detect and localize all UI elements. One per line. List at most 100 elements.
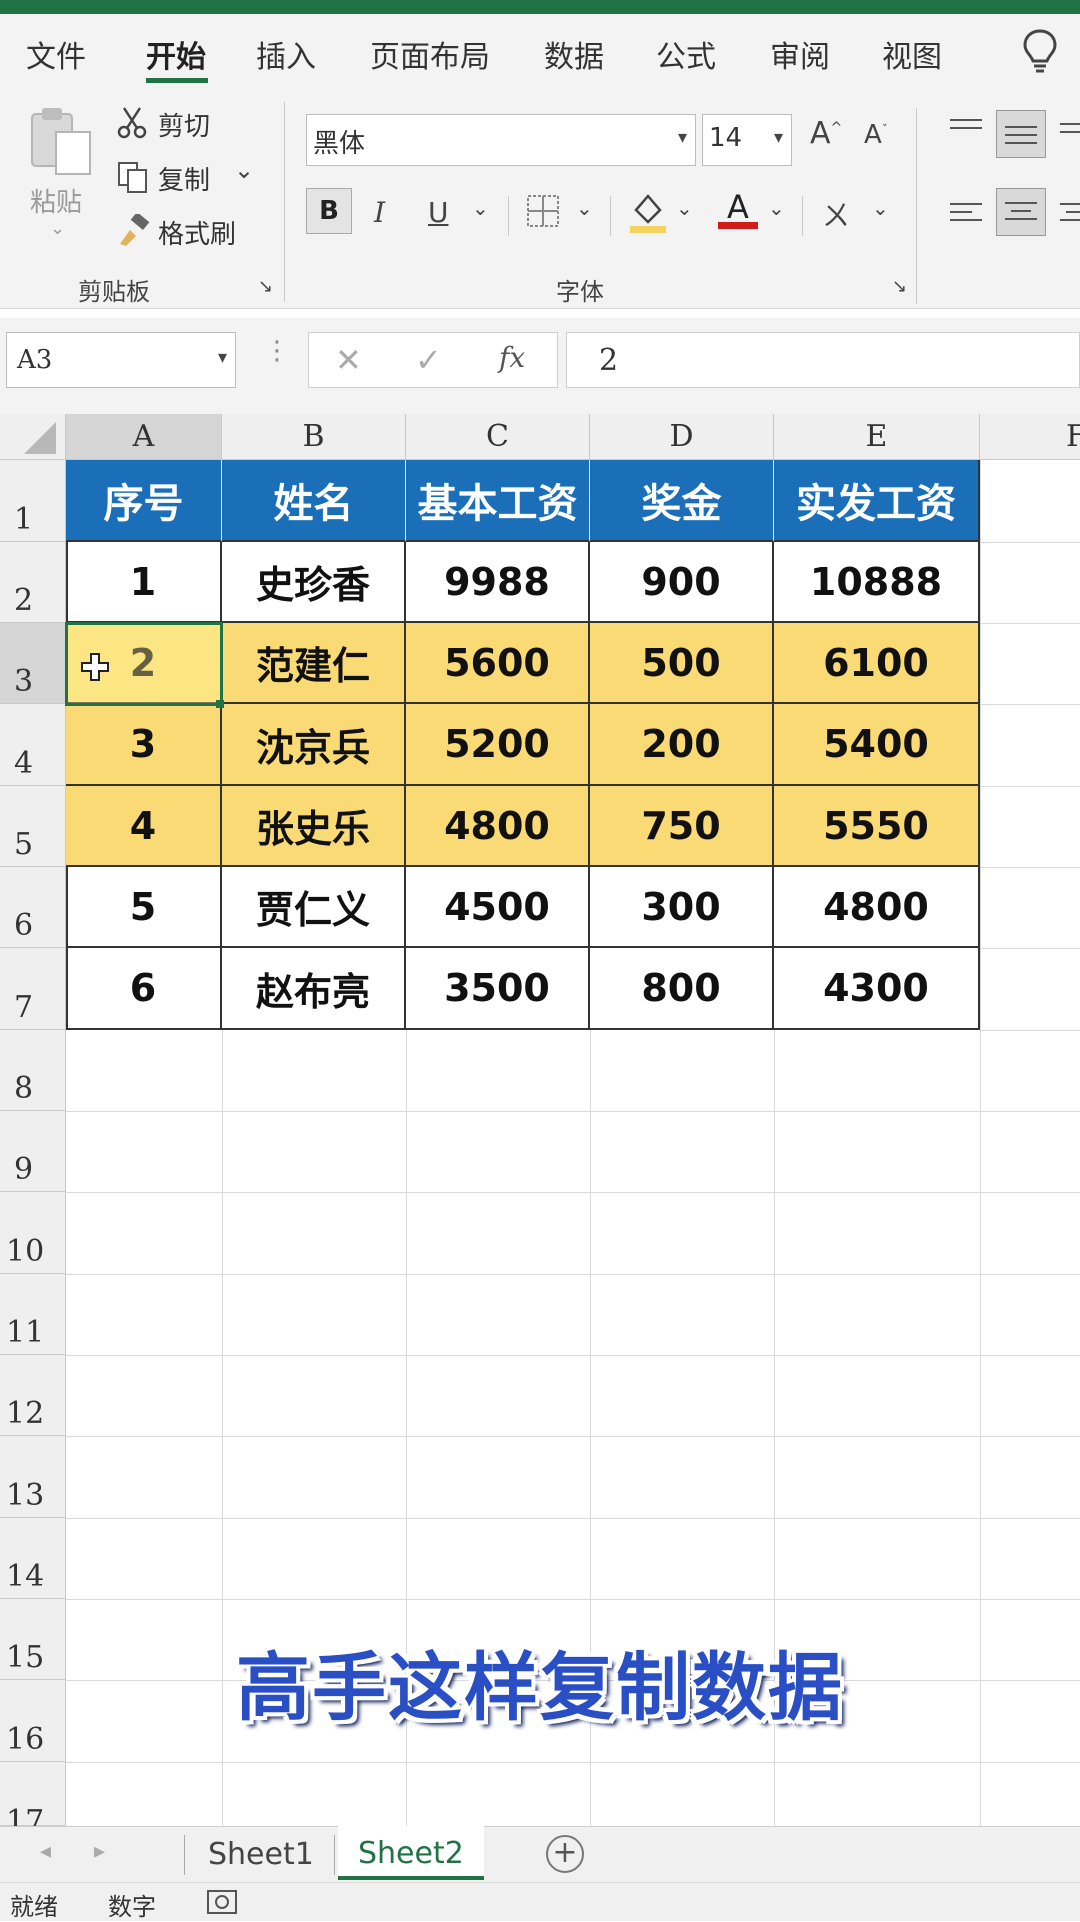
tab-view[interactable]: 视图 (882, 32, 942, 76)
table-cell[interactable]: 300 (590, 867, 774, 948)
row-header-10[interactable]: 10 (0, 1192, 66, 1274)
table-cell[interactable]: 3500 (406, 948, 590, 1030)
table-cell[interactable]: 5550 (774, 786, 980, 867)
clipboard-launcher-icon[interactable]: ↘ (258, 276, 273, 297)
table-cell[interactable]: 沈京兵 (222, 704, 406, 786)
row-header-1[interactable]: 1 (0, 460, 66, 542)
row-header-9[interactable]: 9 (0, 1111, 66, 1192)
row-header-3[interactable]: 3 (0, 623, 66, 704)
table-cell[interactable]: 赵布亮 (222, 948, 406, 1030)
table-header-cell[interactable]: 奖金 (590, 460, 774, 542)
table-cell[interactable]: 900 (590, 542, 774, 623)
paste-icon[interactable] (26, 104, 98, 182)
table-cell[interactable]: 5200 (406, 704, 590, 786)
table-cell[interactable]: 10888 (774, 542, 980, 623)
lightbulb-icon[interactable] (1022, 28, 1058, 78)
tab-review[interactable]: 审阅 (770, 32, 830, 76)
table-cell[interactable]: 500 (590, 623, 774, 704)
copy-dropdown-icon[interactable]: ⌄ (234, 156, 254, 184)
table-header-cell[interactable]: 实发工资 (774, 460, 980, 542)
phonetic-guide-icon[interactable]: ㄨ (822, 194, 850, 234)
font-family-select[interactable]: 黑体 ▾ (306, 114, 696, 166)
row-header-12[interactable]: 12 (0, 1355, 66, 1436)
phonetic-dropdown-icon[interactable]: ⌄ (872, 196, 889, 220)
table-cell[interactable]: 4500 (406, 867, 590, 948)
table-cell[interactable]: 4 (66, 786, 222, 867)
align-bottom-icon[interactable] (1056, 114, 1080, 148)
row-header-17[interactable]: 17 (0, 1762, 66, 1839)
column-header-b[interactable]: B (222, 414, 406, 460)
column-header-e[interactable]: E (774, 414, 980, 460)
table-cell[interactable]: 范建仁 (222, 623, 406, 704)
sheet-tab-sheet1[interactable]: Sheet1 (208, 1837, 314, 1872)
column-header-c[interactable]: C (406, 414, 590, 460)
macro-record-icon[interactable] (206, 1887, 240, 1921)
tab-file[interactable]: 文件 (26, 32, 86, 76)
tab-page-layout[interactable]: 页面布局 (370, 32, 490, 76)
borders-icon[interactable] (526, 194, 560, 232)
cut-button[interactable]: 剪切 (158, 106, 210, 143)
align-left-icon[interactable] (946, 196, 986, 234)
table-cell[interactable]: 1 (66, 542, 222, 623)
row-header-13[interactable]: 13 (0, 1436, 66, 1518)
sheet-tab-sheet2[interactable]: Sheet2 (358, 1836, 464, 1871)
table-cell[interactable]: 800 (590, 948, 774, 1030)
underline-dropdown-icon[interactable]: ⌄ (472, 196, 489, 220)
table-cell[interactable]: 张史乐 (222, 786, 406, 867)
row-header-11[interactable]: 11 (0, 1274, 66, 1355)
italic-button[interactable]: I (374, 196, 385, 229)
column-header-d[interactable]: D (590, 414, 774, 460)
paste-dropdown-icon[interactable]: ⌄ (50, 218, 65, 239)
table-cell[interactable]: 4300 (774, 948, 980, 1030)
column-header-a[interactable]: A (66, 414, 222, 460)
column-header-f[interactable]: F (980, 414, 1080, 460)
align-middle-icon[interactable] (996, 110, 1046, 158)
row-header-5[interactable]: 5 (0, 786, 66, 867)
copy-icon[interactable] (116, 160, 150, 198)
table-header-cell[interactable]: 基本工资 (406, 460, 590, 542)
copy-button[interactable]: 复制 (158, 160, 210, 197)
sheet-tab-active[interactable]: Sheet2 (338, 1826, 484, 1880)
formula-input[interactable]: 2 (566, 332, 1080, 388)
bold-button[interactable]: B (306, 188, 352, 234)
name-box[interactable]: A3 ▾ (6, 332, 236, 388)
tab-insert[interactable]: 插入 (256, 32, 316, 76)
align-center-icon[interactable] (996, 188, 1046, 236)
table-cell[interactable]: 5600 (406, 623, 590, 704)
format-painter-button[interactable]: 格式刷 (158, 214, 236, 251)
cancel-icon[interactable]: ✕ (335, 341, 362, 379)
row-header-8[interactable]: 8 (0, 1030, 66, 1111)
font-size-select[interactable]: 14 ▾ (702, 114, 792, 166)
scroll-right-icon[interactable]: ▸ (94, 1839, 105, 1864)
cut-icon[interactable] (116, 106, 148, 144)
table-cell[interactable]: 9988 (406, 542, 590, 623)
underline-button[interactable]: U (428, 196, 449, 229)
align-top-icon[interactable] (946, 114, 986, 148)
table-cell[interactable]: 4800 (774, 867, 980, 948)
borders-dropdown-icon[interactable]: ⌄ (576, 196, 593, 220)
tab-home[interactable]: 开始 (146, 32, 206, 76)
select-all-button[interactable] (0, 414, 66, 460)
font-color-icon[interactable]: A (718, 188, 758, 229)
align-right-icon[interactable] (1056, 196, 1080, 234)
table-cell[interactable]: 200 (590, 704, 774, 786)
row-header-2[interactable]: 2 (0, 542, 66, 623)
paste-label[interactable]: 粘贴 (30, 182, 82, 219)
table-cell[interactable]: 6 (66, 948, 222, 1030)
scroll-left-icon[interactable]: ◂ (40, 1839, 51, 1864)
row-header-7[interactable]: 7 (0, 948, 66, 1030)
tab-data[interactable]: 数据 (544, 32, 604, 76)
shrink-font-icon[interactable]: Aˇ (864, 120, 888, 150)
insert-function-icon[interactable]: fx (499, 341, 525, 374)
fill-handle[interactable] (216, 700, 224, 708)
add-sheet-icon[interactable]: + (546, 1835, 584, 1873)
table-cell[interactable]: 3 (66, 704, 222, 786)
table-cell[interactable]: 贾仁义 (222, 867, 406, 948)
fill-color-icon[interactable] (628, 190, 668, 238)
enter-icon[interactable]: ✓ (415, 341, 442, 379)
more-options-icon[interactable]: ⋮ (264, 336, 290, 366)
font-launcher-icon[interactable]: ↘ (892, 276, 907, 297)
table-cell[interactable]: 5400 (774, 704, 980, 786)
table-cell[interactable]: 750 (590, 786, 774, 867)
table-cell[interactable]: 4800 (406, 786, 590, 867)
